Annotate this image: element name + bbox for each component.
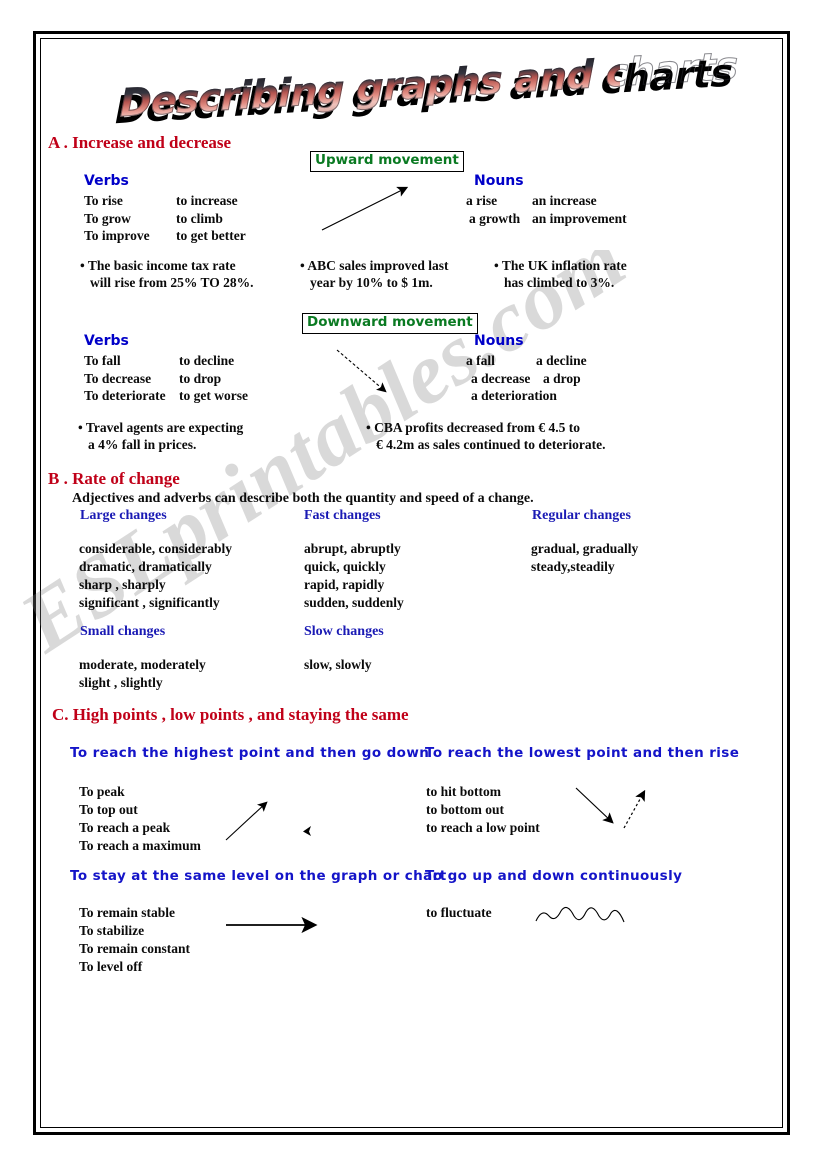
bottom-v-arrows-icon [575,787,646,829]
slow-changes-heading: Slow changes [304,624,384,639]
list-item: moderate, moderately [79,657,206,672]
list-item: To remain constant [79,940,191,956]
list-item: sharp , sharply [79,576,166,592]
section-b-intro: Adjectives and adverbs can describe both… [72,491,534,506]
lowest-point-list: to hit bottom to bottom out to reach a l… [426,783,540,837]
list-item: slight , slightly [79,674,163,690]
worksheet-content: Describing graphs and charts Describing … [0,0,821,1169]
downward-verbs-heading: Verbs [84,333,129,349]
list-item: quick, quickly [304,558,386,574]
list-item: To reach a peak [79,819,171,835]
list-item: To remain stable [79,905,176,920]
list-item: to hit bottom [426,784,501,799]
list-item: a fall a decline [466,353,587,368]
horizontal-arrow-icon [226,916,318,934]
list-item: To peak [79,784,125,799]
list-item: To rise to increase [84,193,238,208]
list-item: To grow to climb [84,210,223,226]
list-item: a deterioration [471,388,557,404]
upward-movement-label: Upward movement [310,151,464,172]
list-item: To fall to decline [84,353,235,368]
list-item: considerable, considerably [79,541,233,556]
peak-arrowhead-icon [303,826,311,836]
small-changes-heading: Small changes [80,624,166,639]
list-item: a growth an improvement [469,210,627,226]
list-item: significant , significantly [79,594,220,610]
downward-movement-label: Downward movement [302,313,478,334]
fluctuate-list: to fluctuate [426,904,492,922]
small-changes-list: moderate, moderately slight , slightly [79,656,206,692]
fast-changes-list: abrupt, abruptly quick, quickly rapid, r… [304,540,404,612]
same-level-heading: To stay at the same level on the graph o… [70,868,447,884]
list-item: To level off [79,958,143,974]
upward-example-2: • ABC sales improved last year by 10% to… [300,258,449,290]
list-item: To stabilize [79,922,145,938]
list-item: To decrease to drop [84,370,222,386]
list-item: rapid, rapidly [304,576,385,592]
downward-arrow-icon [336,349,387,393]
list-item: To improve to get better [84,228,246,244]
section-a-heading: A . Increase and decrease [48,133,232,152]
downward-example-2: • CBA profits decreased from € 4.5 to € … [366,420,606,452]
slow-changes-list: slow, slowly [304,656,372,674]
peak-up-arrow-icon [225,801,268,841]
downward-nouns-list: a fall a decline a decrease a drop a deter… [466,352,587,405]
same-level-list: To remain stable To stabilize To remain … [79,904,190,976]
upward-verbs-list: To rise to increase To grow to climb To im… [84,192,246,245]
downward-verbs-list: To fall to decline To decrease to drop To … [84,352,248,405]
list-item: steady,steadily [531,558,615,574]
upward-nouns-list: a rise an increase a growth an improvement [466,192,627,227]
fast-changes-heading: Fast changes [304,508,381,523]
downward-example-1: • Travel agents are expecting a 4% fall … [78,420,244,452]
list-item: slow, slowly [304,657,372,672]
upward-verbs-heading: Verbs [84,173,129,189]
list-item: to bottom out [426,801,504,817]
regular-changes-heading: Regular changes [532,508,631,523]
fluctuate-wave-icon [535,906,625,923]
list-item: a rise an increase [466,193,597,208]
large-changes-list: considerable, considerably dramatic, dra… [79,540,232,612]
fluctuate-heading: To go up and down continuously [425,868,683,884]
list-item: To reach a maximum [79,837,201,853]
list-item: To deteriorate to get worse [84,388,248,404]
upward-example-1: • The basic income tax rate will rise fr… [80,258,254,290]
list-item: To top out [79,801,138,817]
upward-nouns-heading: Nouns [474,173,524,189]
upward-example-3: • The UK inflation rate has climbed to 3… [494,258,627,290]
list-item: to reach a low point [426,819,540,835]
list-item: gradual, gradually [531,541,639,556]
list-item: to fluctuate [426,905,492,920]
list-item: sudden, suddenly [304,594,404,610]
section-c-heading: C. High points , low points , and stayin… [52,705,409,724]
list-item: dramatic, dramatically [79,558,212,574]
page-title: Describing graphs and charts Describing … [115,43,738,132]
upward-arrow-icon [321,186,409,231]
large-changes-heading: Large changes [80,508,167,523]
highest-point-list: To peak To top out To reach a peak To re… [79,783,201,855]
downward-nouns-heading: Nouns [474,333,524,349]
lowest-point-heading: To reach the lowest point and then rise [425,745,740,761]
section-b-heading: B . Rate of change [48,469,180,488]
list-item: abrupt, abruptly [304,541,401,556]
regular-changes-list: gradual, gradually steady,steadily [531,540,638,576]
list-item: a decrease a drop [471,370,581,386]
highest-point-heading: To reach the highest point and then go d… [70,745,430,761]
